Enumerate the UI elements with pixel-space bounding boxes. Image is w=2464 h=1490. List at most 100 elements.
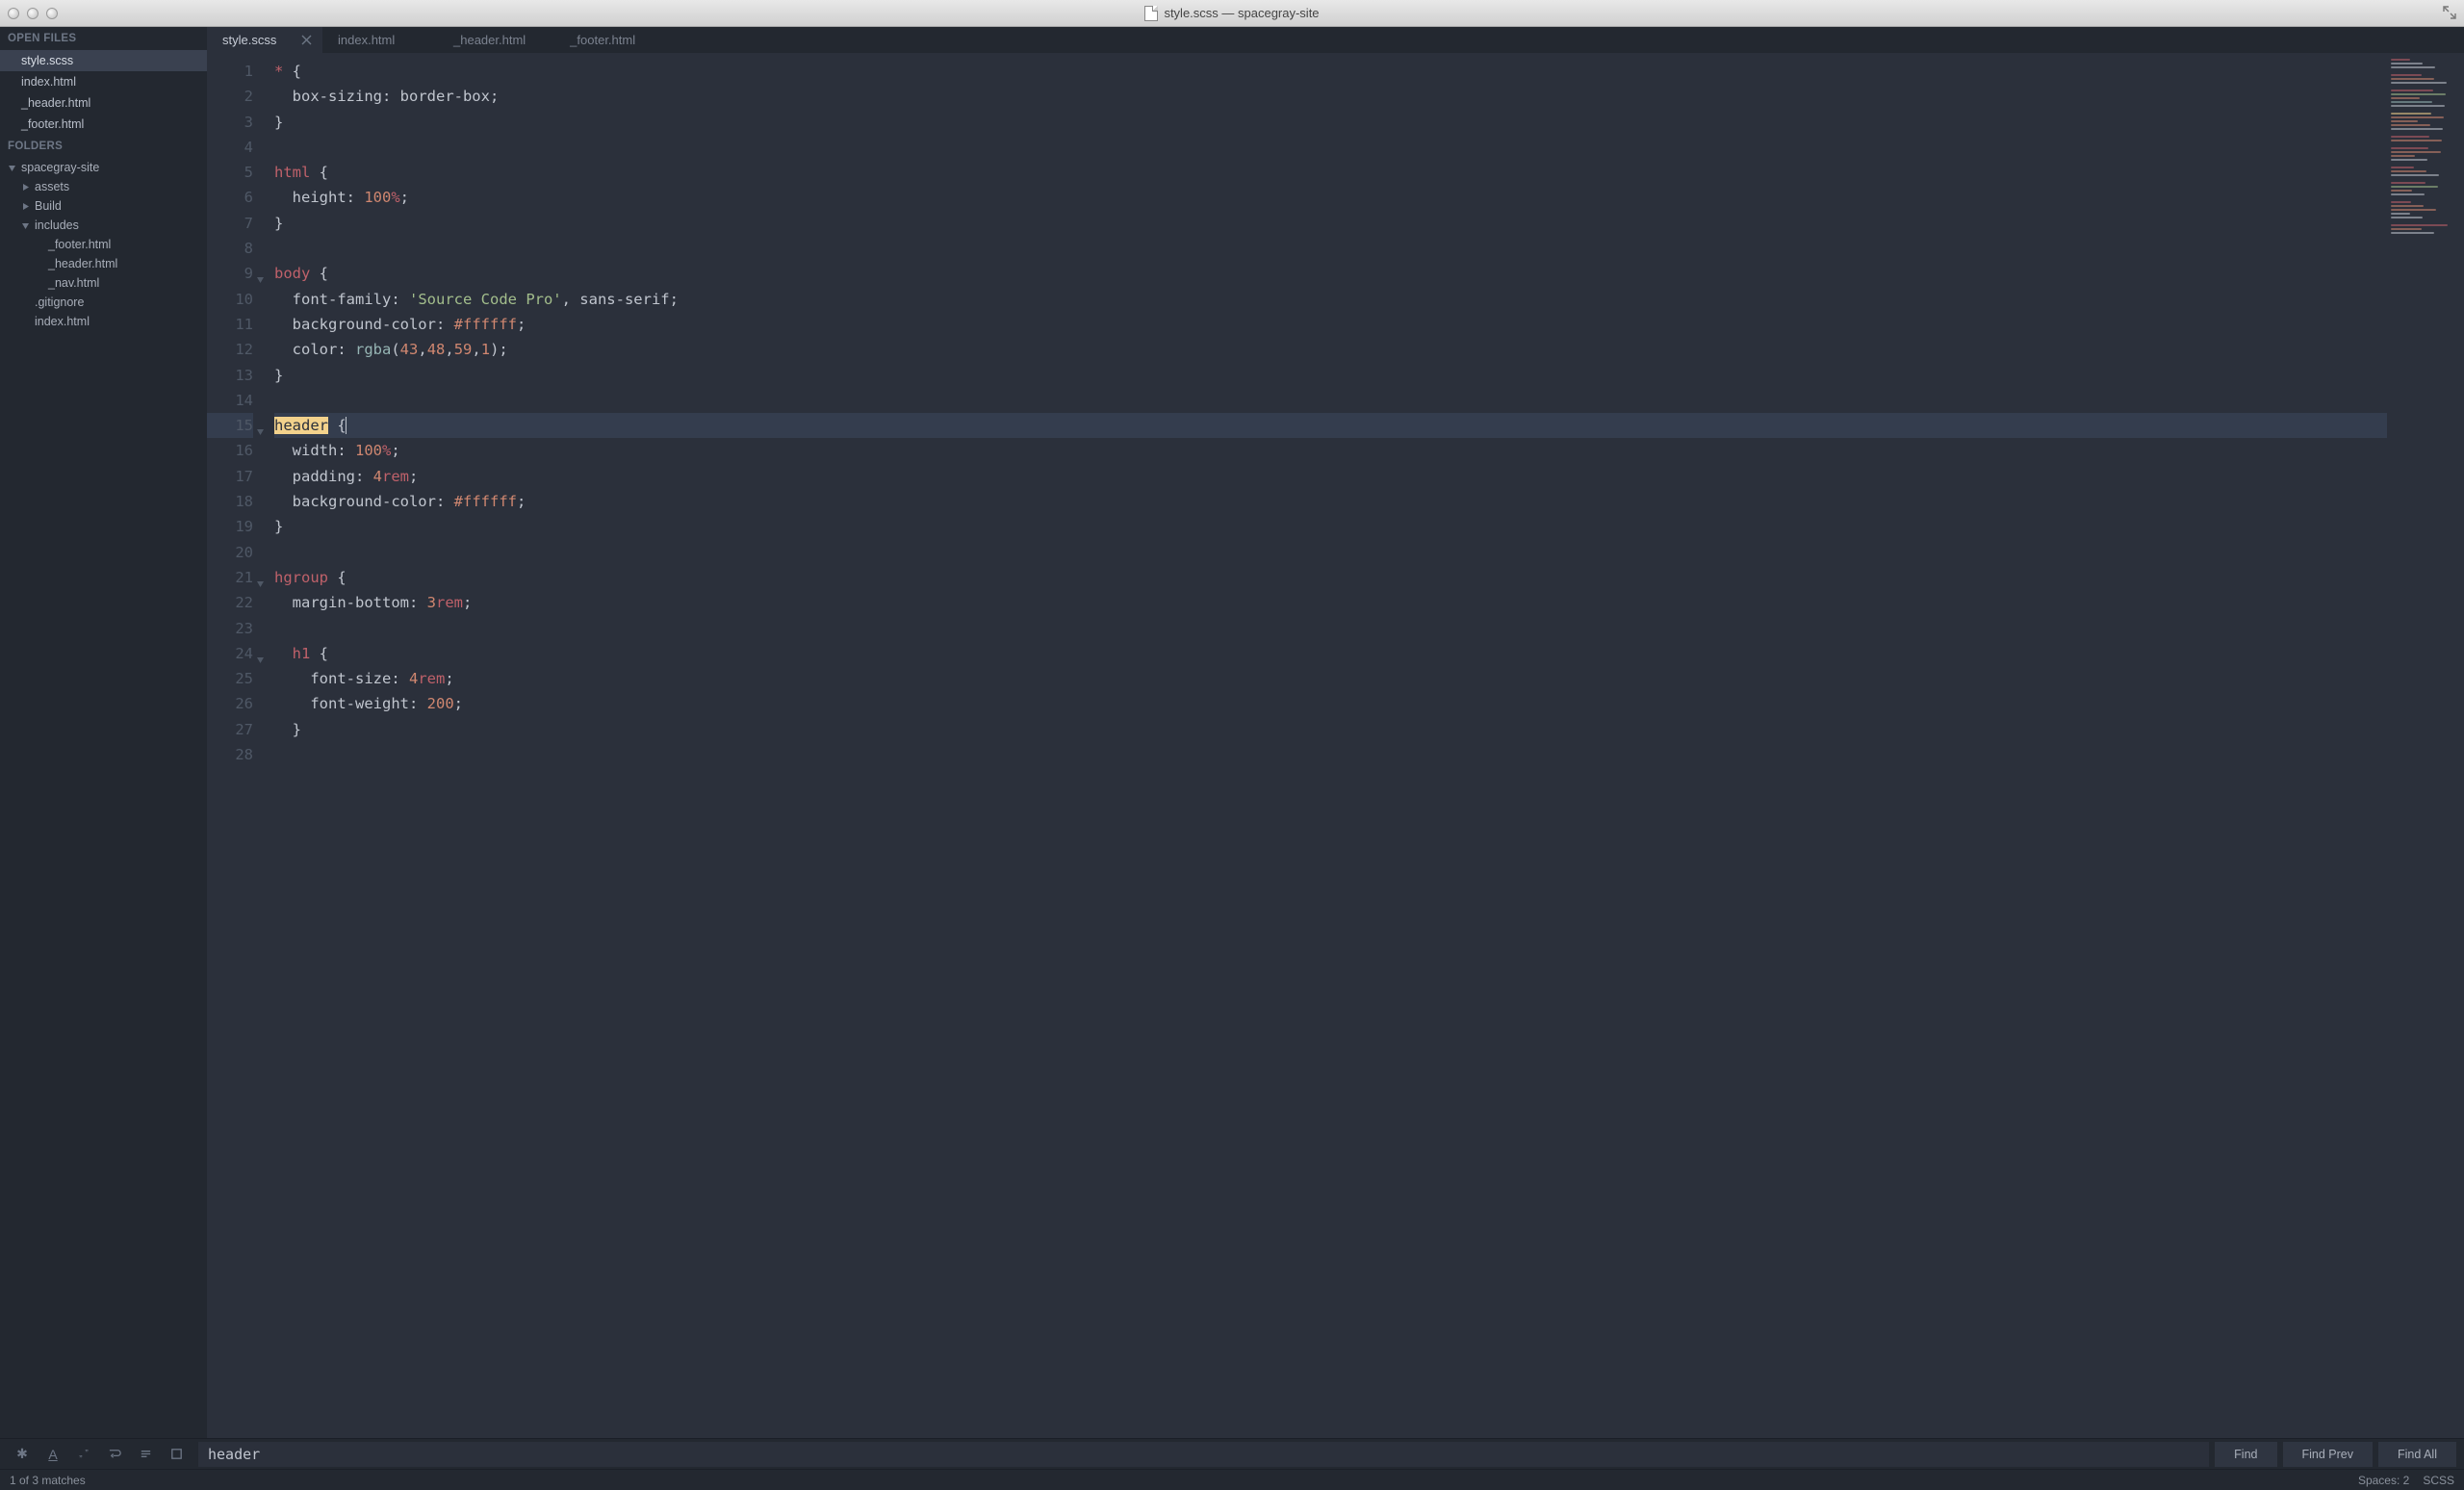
code-line: [274, 742, 2387, 767]
minimap-line: [2391, 113, 2431, 115]
tree-label: _header.html: [48, 257, 117, 270]
minimap-line: [2391, 167, 2414, 168]
minimap-line: [2391, 197, 2437, 199]
minimap-line: [2391, 213, 2410, 215]
minimap-line: [2391, 101, 2432, 103]
minimap-line: [2391, 163, 2440, 165]
minimap-line: [2391, 78, 2434, 80]
code-line: * {: [274, 59, 2387, 84]
tree-label: includes: [35, 218, 79, 232]
code-line: body {: [274, 261, 2387, 286]
folder-item[interactable]: includes: [0, 216, 207, 235]
line-number: 21: [207, 565, 253, 590]
line-number: 4: [207, 135, 253, 160]
code-line: [274, 135, 2387, 160]
folder-item[interactable]: assets: [0, 177, 207, 196]
wrap-toggle-icon[interactable]: [106, 1446, 123, 1463]
code-line: h1 {: [274, 641, 2387, 666]
file-tree-item[interactable]: .gitignore: [0, 293, 207, 312]
minimap-line: [2391, 224, 2448, 226]
line-number: 13: [207, 363, 253, 388]
tab[interactable]: _header.html: [438, 27, 554, 53]
line-number: 17: [207, 464, 253, 489]
highlight-toggle-icon[interactable]: [167, 1446, 185, 1463]
minimap[interactable]: [2387, 53, 2464, 1438]
minimap-line: [2391, 136, 2429, 138]
open-file-item[interactable]: index.html: [0, 71, 207, 92]
disclosure-arrow-icon: [21, 221, 30, 230]
tab[interactable]: _footer.html: [554, 27, 670, 53]
line-number: 10: [207, 287, 253, 312]
open-file-item[interactable]: _header.html: [0, 92, 207, 114]
tab[interactable]: index.html: [322, 27, 438, 53]
line-number: 5: [207, 160, 253, 185]
line-number: 11: [207, 312, 253, 337]
tab-label: style.scss: [222, 33, 276, 47]
find-input[interactable]: [198, 1442, 2209, 1467]
minimap-line: [2391, 128, 2443, 130]
find-button[interactable]: Find: [2215, 1442, 2276, 1467]
tree-label: Build: [35, 199, 62, 213]
code-content[interactable]: * { box-sizing: border-box;} html { heig…: [261, 53, 2387, 1438]
code-line: html {: [274, 160, 2387, 185]
minimap-line: [2391, 90, 2433, 91]
status-match-count: 1 of 3 matches: [10, 1474, 86, 1487]
minimap-line: [2391, 132, 2417, 134]
line-number: 8: [207, 236, 253, 261]
minimap-line: [2391, 143, 2416, 145]
folder-item[interactable]: Build: [0, 196, 207, 216]
minimap-line: [2391, 220, 2435, 222]
find-prev-button[interactable]: Find Prev: [2283, 1442, 2374, 1467]
minimap-line: [2391, 63, 2423, 64]
code-editor[interactable]: 1234567891011121314151617181920212223242…: [207, 53, 2464, 1438]
window-title-text: style.scss — spacegray-site: [1164, 6, 1319, 20]
minimap-line: [2391, 109, 2419, 111]
regex-toggle-icon[interactable]: ✱: [13, 1446, 31, 1463]
file-tree-item[interactable]: index.html: [0, 312, 207, 331]
line-number: 15: [207, 413, 253, 438]
file-tree-item[interactable]: _footer.html: [0, 235, 207, 254]
close-tab-icon[interactable]: [301, 34, 313, 45]
status-indent[interactable]: Spaces: 2: [2358, 1474, 2409, 1487]
find-options: ✱ A „ ”: [0, 1446, 198, 1463]
minimap-line: [2391, 120, 2418, 122]
code-line: [274, 388, 2387, 413]
in-selection-icon[interactable]: [137, 1446, 154, 1463]
minimap-line: [2391, 217, 2423, 218]
line-number: 25: [207, 666, 253, 691]
tree-label: assets: [35, 180, 69, 193]
line-number: 9: [207, 261, 253, 286]
line-number: 24: [207, 641, 253, 666]
code-line: }: [274, 363, 2387, 388]
file-tree-item[interactable]: _header.html: [0, 254, 207, 273]
minimap-line: [2391, 74, 2422, 76]
code-line: header {: [274, 413, 2387, 438]
open-file-item[interactable]: _footer.html: [0, 114, 207, 135]
minimap-line: [2391, 97, 2420, 99]
line-number: 20: [207, 540, 253, 565]
titlebar: style.scss — spacegray-site: [0, 0, 2464, 27]
open-files-header: OPEN FILES: [0, 27, 207, 50]
code-line: }: [274, 514, 2387, 539]
code-line: margin-bottom: 3rem;: [274, 590, 2387, 615]
code-line: [274, 236, 2387, 261]
line-number: 6: [207, 185, 253, 210]
minimap-line: [2391, 201, 2411, 203]
minimap-line: [2391, 193, 2425, 195]
file-tree-item[interactable]: _nav.html: [0, 273, 207, 293]
minimap-line: [2391, 124, 2430, 126]
minimap-line: [2391, 178, 2413, 180]
tab-label: _header.html: [453, 33, 526, 47]
case-sensitive-icon[interactable]: A: [44, 1446, 62, 1463]
open-file-item[interactable]: style.scss: [0, 50, 207, 71]
folder-item[interactable]: spacegray-site: [0, 158, 207, 177]
whole-word-icon[interactable]: „ ”: [75, 1446, 92, 1463]
fullscreen-icon[interactable]: [2443, 6, 2456, 19]
minimap-line: [2391, 151, 2441, 153]
tab[interactable]: style.scss: [207, 27, 322, 53]
code-line: color: rgba(43,48,59,1);: [274, 337, 2387, 362]
status-syntax[interactable]: SCSS: [2423, 1474, 2454, 1487]
minimap-line: [2391, 140, 2442, 141]
code-line: hgroup {: [274, 565, 2387, 590]
find-all-button[interactable]: Find All: [2378, 1442, 2456, 1467]
